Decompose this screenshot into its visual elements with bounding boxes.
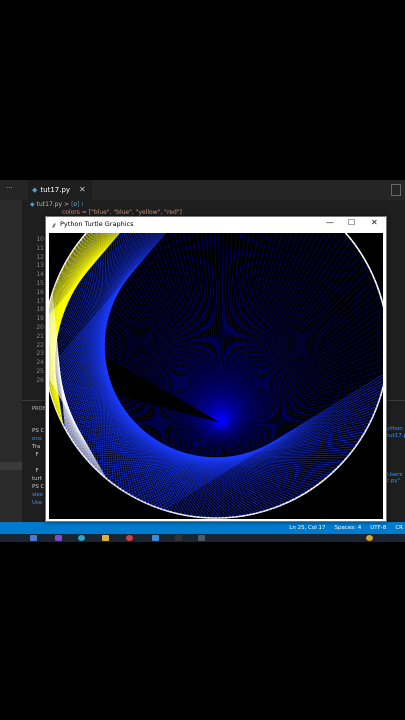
line-number-gutter: 10 11 12 13 14 15 16 17 18 19 20 21 22 23 24 25 26	[30, 236, 44, 386]
breadcrumb-symbol[interactable]: [ø] i	[71, 201, 83, 208]
line-number: 11	[36, 244, 44, 252]
line-number: 17	[36, 297, 44, 305]
breadcrumb: ◆ tut17.py > [ø] i	[30, 201, 83, 208]
blue-chord	[220, 233, 278, 424]
turtle-window-title: Python Turtle Graphics	[60, 220, 134, 228]
terminal-line: t.py"	[387, 478, 401, 484]
minimize-button[interactable]: —	[326, 218, 334, 227]
tab-label: tut17.py	[40, 186, 71, 194]
line-number: 25	[36, 367, 44, 375]
sidebar	[0, 200, 22, 522]
line-number: 10	[36, 236, 44, 243]
breadcrumb-separator: >	[64, 201, 70, 208]
line-number: 21	[36, 332, 44, 340]
terminal-line: Use	[32, 500, 43, 506]
terminal-line: ons	[32, 436, 42, 442]
sidebar-selected-item[interactable]	[0, 462, 22, 470]
status-bar: Ln 25, Col 17 Spaces: 4 UTF-8 CR	[0, 522, 405, 534]
encoding[interactable]: UTF-8	[370, 522, 386, 534]
cursor-position[interactable]: Ln 25, Col 17	[289, 522, 325, 534]
taskbar-app-icon[interactable]	[175, 535, 182, 541]
line-number: 12	[36, 253, 44, 261]
python-file-icon: ◆	[32, 186, 38, 194]
taskbar-app-icon[interactable]	[30, 535, 37, 541]
tray-icon[interactable]	[366, 535, 373, 541]
terminal-line: F	[32, 468, 39, 474]
turtle-window-titlebar[interactable]: ⸙ Python Turtle Graphics — ☐ ✕	[46, 217, 386, 232]
line-number: 19	[36, 315, 44, 323]
line-number: 22	[36, 341, 44, 349]
terminal-output-right: ythontut17.p Userst.py"	[387, 426, 405, 485]
terminal-output: PS C ons Tra F Fturt PS C slee Use	[32, 427, 44, 507]
split-editor-icon[interactable]	[391, 184, 401, 196]
line-number: 16	[36, 288, 44, 296]
line-number: 14	[36, 271, 44, 279]
blue-chord	[220, 244, 356, 424]
folder-icon[interactable]	[102, 535, 109, 541]
blue-chord	[220, 233, 283, 424]
taskbar-app-icon[interactable]	[78, 535, 85, 541]
close-tab-icon[interactable]: ✕	[79, 180, 86, 200]
indentation-setting[interactable]: Spaces: 4	[335, 522, 362, 534]
line-number: 23	[36, 350, 44, 358]
close-button[interactable]: ✕	[371, 218, 378, 227]
line-number: 24	[36, 359, 44, 367]
line-number: 26	[36, 376, 44, 384]
terminal-line: ython	[387, 426, 403, 432]
editor-tab-bar: ··· ◆ tut17.py ✕	[0, 180, 405, 200]
code-line-partial: colors = ["blue", "blue", "yellow", "red…	[62, 209, 182, 216]
line-number: 13	[36, 262, 44, 270]
line-number: 18	[36, 306, 44, 314]
chrome-icon[interactable]	[126, 535, 133, 541]
blue-chord	[220, 268, 371, 424]
terminal-line: slee	[32, 492, 44, 498]
more-actions-icon[interactable]: ···	[6, 184, 13, 192]
feather-icon: ⸙	[51, 221, 57, 230]
terminal-line: Tra	[32, 444, 41, 450]
turtle-graphics-window[interactable]: ⸙ Python Turtle Graphics — ☐ ✕	[45, 216, 387, 522]
python-icon[interactable]	[198, 535, 205, 541]
terminal-line: PS C	[32, 428, 45, 434]
python-file-icon: ◆	[30, 201, 35, 208]
turtle-drawing	[49, 233, 383, 519]
tab-tut17[interactable]: ◆ tut17.py ✕	[28, 180, 92, 200]
blue-chord	[220, 249, 359, 424]
terminal-line: PS C	[32, 484, 45, 490]
maximize-button[interactable]: ☐	[348, 218, 355, 227]
windows-taskbar	[0, 534, 405, 542]
taskbar-app-icon[interactable]	[55, 535, 62, 541]
terminal-line: tut17.p	[387, 432, 405, 439]
turtle-canvas	[49, 233, 383, 519]
breadcrumb-file[interactable]: tut17.py	[37, 201, 62, 208]
vscode-icon[interactable]	[152, 535, 159, 541]
line-ending[interactable]: CR	[395, 522, 403, 534]
line-number: 20	[36, 323, 44, 331]
terminal-line: F	[32, 452, 39, 458]
line-number: 15	[36, 279, 44, 287]
terminal-line: turt	[32, 476, 43, 482]
